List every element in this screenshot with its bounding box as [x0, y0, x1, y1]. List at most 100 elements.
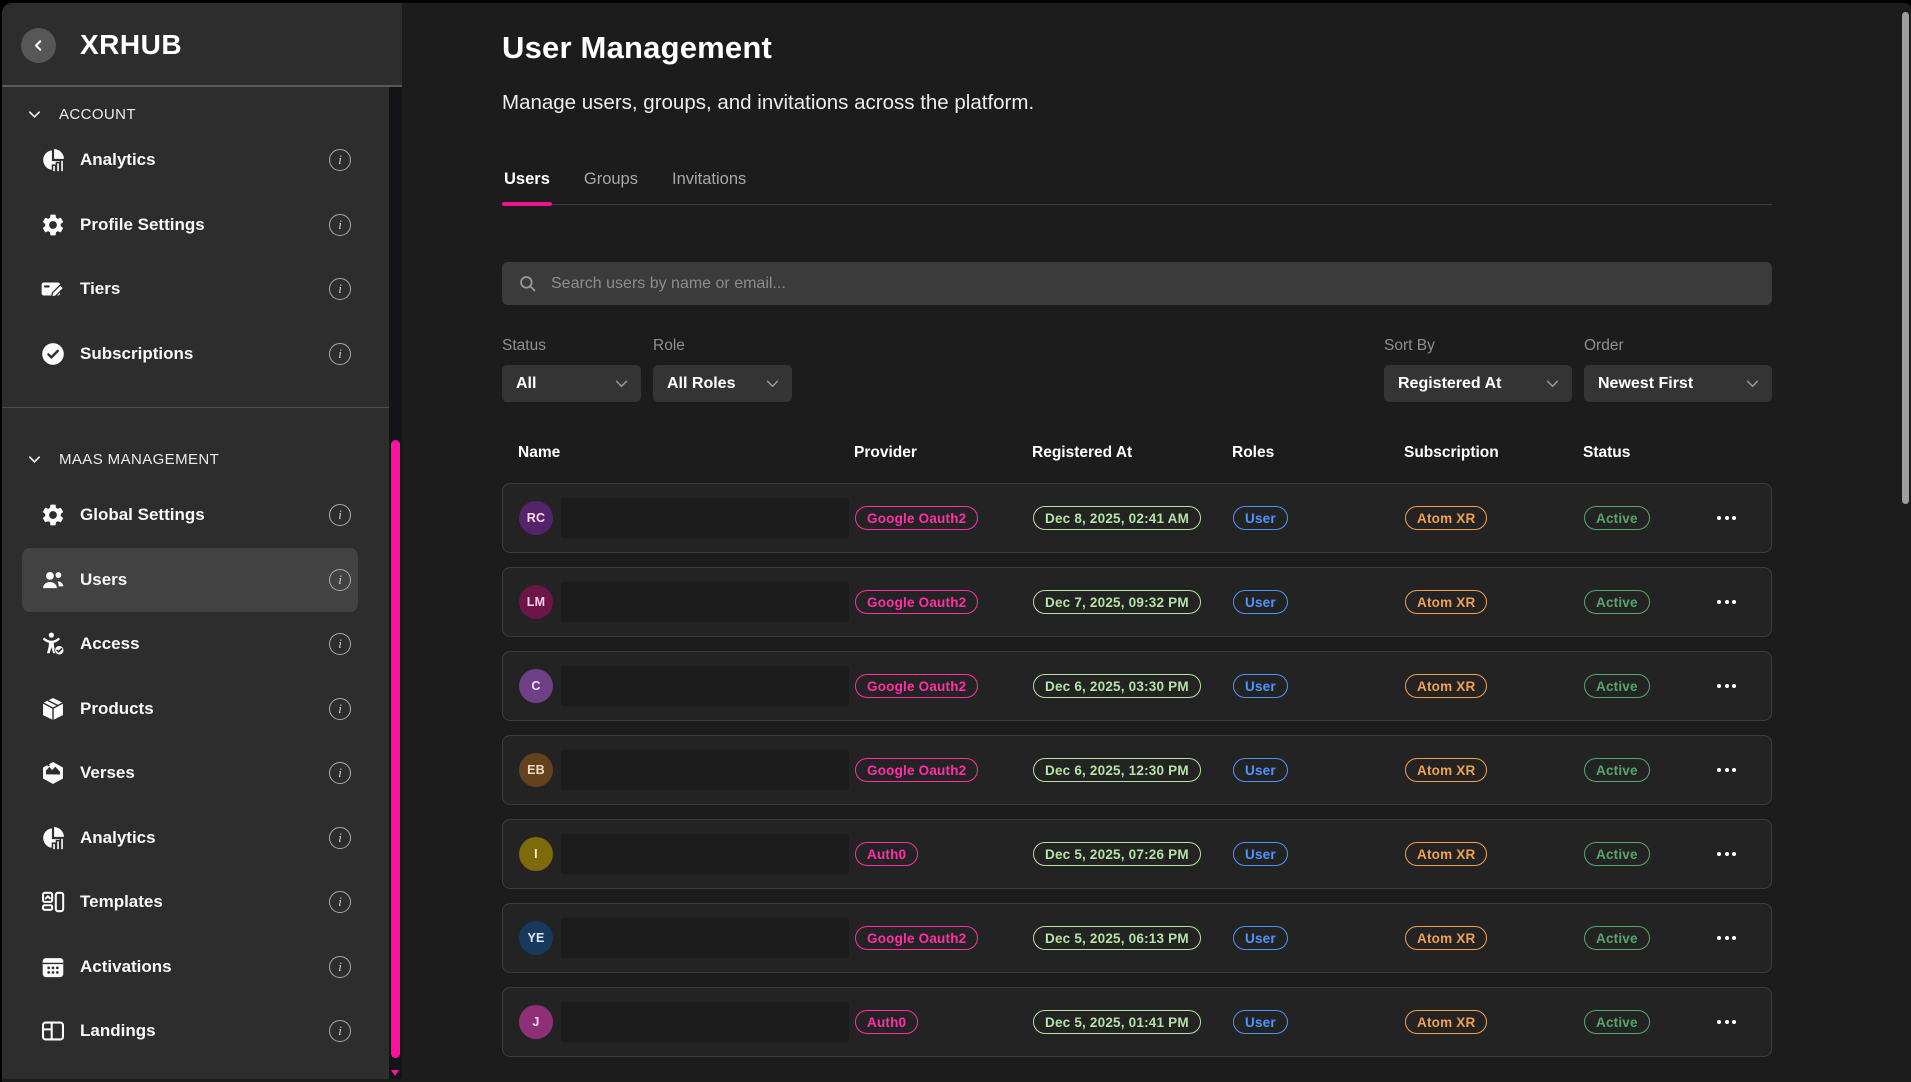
- chevron-left-icon: [30, 37, 47, 54]
- info-icon[interactable]: i: [329, 891, 351, 913]
- users-icon: [40, 567, 66, 593]
- sidebar-item-subscriptions[interactable]: Subscriptions i: [22, 322, 358, 387]
- avatar: J: [519, 1005, 553, 1039]
- role-select[interactable]: All Roles: [653, 365, 792, 402]
- subscription-badge: Atom XR: [1405, 926, 1487, 950]
- page-scrollbar[interactable]: [1899, 3, 1911, 1079]
- pie-chart-icon: [40, 825, 66, 851]
- chevron-down-icon: [27, 452, 42, 467]
- page-title: User Management: [502, 30, 1772, 66]
- sidebar-scrollbar[interactable]: [389, 87, 402, 1079]
- role-filter: Role All Roles: [653, 337, 792, 402]
- info-icon[interactable]: i: [329, 956, 351, 978]
- redacted-name: [561, 750, 849, 790]
- back-button[interactable]: [21, 28, 56, 63]
- sidebar-item-verses[interactable]: Verses i: [22, 741, 358, 806]
- chevron-down-icon: [1736, 380, 1759, 388]
- provider-badge: Google Oauth2: [855, 674, 978, 698]
- info-icon[interactable]: i: [329, 633, 351, 655]
- table-row[interactable]: J Auth0 Dec 5, 2025, 01:41 PM User Atom …: [502, 987, 1772, 1057]
- info-icon[interactable]: i: [329, 698, 351, 720]
- registered-at-badge: Dec 6, 2025, 03:30 PM: [1033, 674, 1201, 698]
- info-icon[interactable]: i: [329, 149, 351, 171]
- row-actions-button[interactable]: [1712, 1012, 1741, 1032]
- sidebar-item-users[interactable]: Users i: [22, 548, 358, 613]
- sidebar-section-label: MAAS MANAGEMENT: [59, 451, 219, 468]
- provider-badge: Google Oauth2: [855, 926, 978, 950]
- sidebar-item-tiers[interactable]: Tiers i: [22, 257, 358, 322]
- role-badge: User: [1233, 758, 1288, 782]
- info-icon[interactable]: i: [329, 1020, 351, 1042]
- tab-users[interactable]: Users: [502, 170, 552, 204]
- sidebar-item-profile-settings[interactable]: Profile Settings i: [22, 193, 358, 258]
- info-icon[interactable]: i: [329, 278, 351, 300]
- order-filter-label: Order: [1584, 337, 1772, 357]
- status-select[interactable]: All: [502, 365, 641, 402]
- sidebar-item-analytics[interactable]: Analytics i: [22, 806, 358, 871]
- row-actions-button[interactable]: [1712, 508, 1741, 528]
- sidebar-scrollbar-thumb[interactable]: [391, 440, 400, 1058]
- sort-by-select[interactable]: Registered At: [1384, 365, 1572, 402]
- search-input[interactable]: [549, 274, 1756, 294]
- sidebar-item-activations[interactable]: Activations i: [22, 935, 358, 1000]
- row-actions-button[interactable]: [1712, 592, 1741, 612]
- table-row[interactable]: C Google Oauth2 Dec 6, 2025, 03:30 PM Us…: [502, 651, 1772, 721]
- sidebar-section-header-account[interactable]: ACCOUNT: [27, 100, 402, 128]
- subscription-badge: Atom XR: [1405, 1010, 1487, 1034]
- table-row[interactable]: RC Google Oauth2 Dec 8, 2025, 02:41 AM U…: [502, 483, 1772, 553]
- main-content: User Management Manage users, groups, an…: [402, 3, 1911, 1079]
- registered-at-badge: Dec 5, 2025, 07:26 PM: [1033, 842, 1201, 866]
- chevron-down-icon: [27, 107, 42, 122]
- table-row[interactable]: I Auth0 Dec 5, 2025, 07:26 PM User Atom …: [502, 819, 1772, 889]
- sidebar-item-analytics[interactable]: Analytics i: [22, 128, 358, 193]
- avatar: C: [519, 669, 553, 703]
- role-badge: User: [1233, 842, 1288, 866]
- page-subtitle: Manage users, groups, and invitations ac…: [502, 91, 1772, 115]
- role-badge: User: [1233, 506, 1288, 530]
- provider-badge: Google Oauth2: [855, 590, 978, 614]
- info-icon[interactable]: i: [329, 827, 351, 849]
- status-filter: Status All: [502, 337, 641, 402]
- row-actions-button[interactable]: [1712, 676, 1741, 696]
- status-badge: Active: [1584, 674, 1650, 698]
- subscription-badge: Atom XR: [1405, 842, 1487, 866]
- sidebar-item-global-settings[interactable]: Global Settings i: [22, 483, 358, 548]
- avatar: RC: [519, 501, 553, 535]
- redacted-name: [561, 498, 849, 538]
- table-row[interactable]: EB Google Oauth2 Dec 6, 2025, 12:30 PM U…: [502, 735, 1772, 805]
- row-actions-button[interactable]: [1712, 760, 1741, 780]
- provider-badge: Google Oauth2: [855, 758, 978, 782]
- tab-groups[interactable]: Groups: [582, 170, 640, 204]
- info-icon[interactable]: i: [329, 214, 351, 236]
- provider-badge: Auth0: [855, 1010, 918, 1034]
- cube-scene-icon: [40, 760, 66, 786]
- tab-invitations[interactable]: Invitations: [670, 170, 748, 204]
- row-actions-button[interactable]: [1712, 928, 1741, 948]
- page-scrollbar-thumb[interactable]: [1902, 12, 1909, 504]
- table-row[interactable]: LM Google Oauth2 Dec 7, 2025, 09:32 PM U…: [502, 567, 1772, 637]
- avatar: I: [519, 837, 553, 871]
- sidebar-item-products[interactable]: Products i: [22, 677, 358, 742]
- column-header-status: Status: [1583, 444, 1689, 462]
- registered-at-badge: Dec 6, 2025, 12:30 PM: [1033, 758, 1201, 782]
- status-badge: Active: [1584, 842, 1650, 866]
- info-icon[interactable]: i: [329, 504, 351, 526]
- row-actions-button[interactable]: [1712, 844, 1741, 864]
- search-bar: [502, 262, 1772, 305]
- sidebar-item-templates[interactable]: Templates i: [22, 870, 358, 935]
- sidebar-item-access[interactable]: Access i: [22, 612, 358, 677]
- sidebar-scrollbar-down-arrow[interactable]: [391, 1070, 399, 1076]
- registered-at-badge: Dec 5, 2025, 06:13 PM: [1033, 926, 1201, 950]
- sort-by-filter: Sort By Registered At: [1384, 337, 1572, 402]
- gear-icon: [40, 212, 66, 238]
- sidebar-section-header-maas-management[interactable]: MAAS MANAGEMENT: [27, 445, 402, 473]
- role-badge: User: [1233, 1010, 1288, 1034]
- info-icon[interactable]: i: [329, 343, 351, 365]
- info-icon[interactable]: i: [329, 762, 351, 784]
- sidebar-item-landings[interactable]: Landings i: [22, 999, 358, 1064]
- info-icon[interactable]: i: [329, 569, 351, 591]
- order-select[interactable]: Newest First: [1584, 365, 1772, 402]
- status-badge: Active: [1584, 758, 1650, 782]
- table-row[interactable]: YE Google Oauth2 Dec 5, 2025, 06:13 PM U…: [502, 903, 1772, 973]
- role-badge: User: [1233, 674, 1288, 698]
